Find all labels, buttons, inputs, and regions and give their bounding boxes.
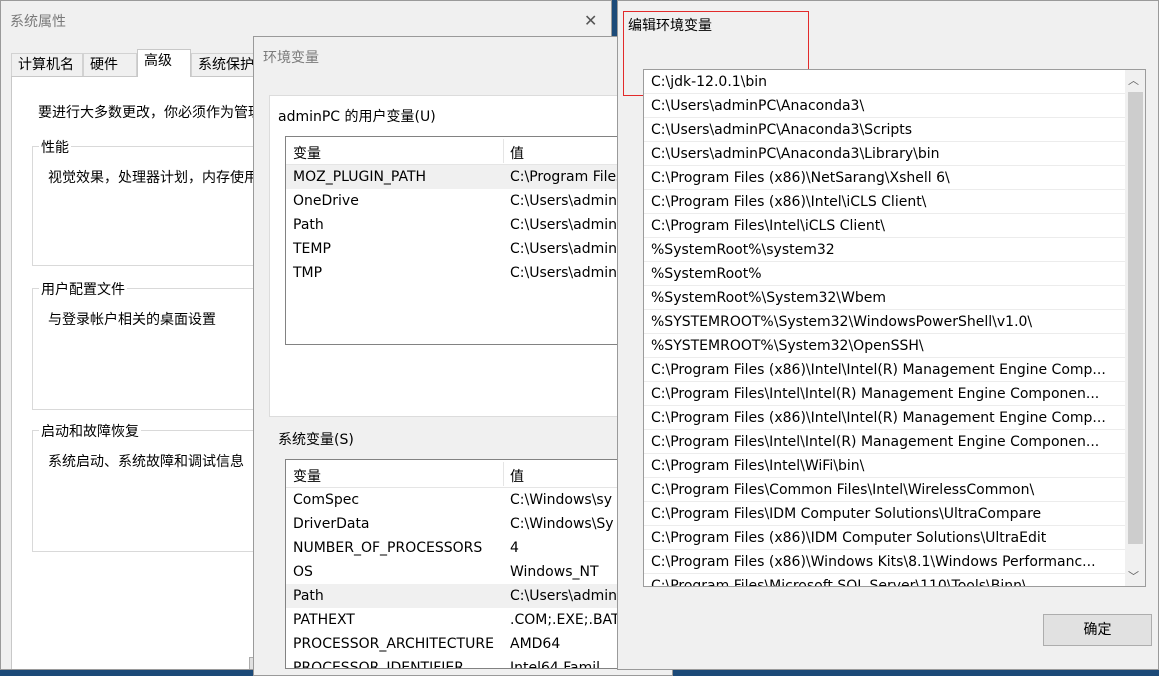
list-item[interactable]: C:\Users\adminPC\Anaconda3\ xyxy=(644,94,1126,118)
tab-hardware[interactable]: 硬件 xyxy=(83,53,137,76)
table-row[interactable]: PROCESSOR_ARCHITECTURE AMD64 xyxy=(286,632,672,656)
table-row[interactable]: DriverData C:\Windows\Sy xyxy=(286,512,672,536)
table-header: 变量 值 xyxy=(286,137,672,165)
list-item[interactable]: C:\Program Files\Intel\Intel(R) Manageme… xyxy=(644,430,1126,454)
startup-recovery-description: 系统启动、系统故障和调试信息 xyxy=(48,454,244,470)
list-item[interactable]: %SystemRoot%\System32\Wbem xyxy=(644,286,1126,310)
performance-group-title: 性能 xyxy=(39,137,71,157)
startup-recovery-group-title: 启动和故障恢复 xyxy=(39,421,141,441)
list-item[interactable]: C:\Program Files (x86)\IDM Computer Solu… xyxy=(644,526,1126,550)
list-item[interactable]: C:\Program Files\Intel\Intel(R) Manageme… xyxy=(644,382,1126,406)
ok-button[interactable]: 确定 xyxy=(1043,614,1152,646)
user-profiles-description: 与登录帐户相关的桌面设置 xyxy=(48,312,216,328)
window-title: 环境变量 xyxy=(263,50,319,66)
list-item[interactable]: C:\Program Files (x86)\NetSarang\Xshell … xyxy=(644,166,1126,190)
list-item[interactable]: C:\Program Files (x86)\Windows Kits\8.1\… xyxy=(644,550,1126,574)
table-row[interactable]: Path C:\Users\admin xyxy=(286,213,672,237)
list-item[interactable]: C:\Users\adminPC\Anaconda3\Library\bin xyxy=(644,142,1126,166)
list-item[interactable]: C:\Users\adminPC\Anaconda3\Scripts xyxy=(644,118,1126,142)
scroll-down-icon[interactable]: ﹀ xyxy=(1128,568,1139,584)
list-item[interactable]: %SystemRoot%\system32 xyxy=(644,238,1126,262)
table-row[interactable]: Path C:\Users\admin xyxy=(286,584,672,608)
list-item[interactable]: C:\Program Files\IDM Computer Solutions\… xyxy=(644,502,1126,526)
list-item[interactable]: C:\Program Files (x86)\Intel\iCLS Client… xyxy=(644,190,1126,214)
close-icon[interactable]: ✕ xyxy=(584,11,597,30)
desktop: { "sysprops": { "title": "系统属性", "tabs":… xyxy=(0,0,1159,676)
column-header-variable[interactable]: 变量 xyxy=(293,143,321,163)
list-item[interactable]: C:\jdk-12.0.1\bin xyxy=(644,70,1126,94)
scrollbar-thumb[interactable] xyxy=(1128,92,1143,544)
system-vars-label: 系统变量(S) xyxy=(278,432,354,448)
table-row[interactable]: MOZ_PLUGIN_PATH C:\Program Files xyxy=(286,165,672,189)
table-row[interactable]: PROCESSOR_IDENTIFIER Intel64 Famil xyxy=(286,656,672,668)
window-title: 系统属性 xyxy=(10,14,66,30)
column-header-value[interactable]: 值 xyxy=(510,143,524,163)
tab-advanced[interactable]: 高级 xyxy=(137,49,191,77)
list-item[interactable]: C:\Program Files\Microsoft SQL Server\11… xyxy=(644,574,1126,586)
tab-computer-name[interactable]: 计算机名 xyxy=(11,53,83,76)
vertical-scrollbar[interactable]: ︿ ﹀ xyxy=(1125,70,1145,586)
list-item[interactable]: C:\Program Files\Intel\iCLS Client\ xyxy=(644,214,1126,238)
column-header-variable[interactable]: 变量 xyxy=(293,466,321,486)
list-item[interactable]: C:\Program Files (x86)\Intel\Intel(R) Ma… xyxy=(644,358,1126,382)
scroll-up-icon[interactable]: ︿ xyxy=(1128,72,1139,88)
table-row[interactable]: TMP C:\Users\admin xyxy=(286,261,672,285)
table-row[interactable]: PATHEXT .COM;.EXE;.BAT xyxy=(286,608,672,632)
system-vars-table: 变量 值 ComSpec C:\Windows\sy DriverData C:\W… xyxy=(285,459,672,669)
table-row[interactable]: NUMBER_OF_PROCESSORS 4 xyxy=(286,536,672,560)
table-row[interactable]: OS Windows_NT xyxy=(286,560,672,584)
user-vars-table: 变量 值 MOZ_PLUGIN_PATH C:\Program Files One… xyxy=(285,136,672,345)
table-row[interactable]: TEMP C:\Users\admin xyxy=(286,237,672,261)
list-item[interactable]: %SystemRoot% xyxy=(644,262,1126,286)
table-row[interactable]: OneDrive C:\Users\admin xyxy=(286,189,672,213)
list-item[interactable]: C:\Program Files (x86)\Intel\Intel(R) Ma… xyxy=(644,406,1126,430)
list-item[interactable]: %SYSTEMROOT%\System32\WindowsPowerShell\… xyxy=(644,310,1126,334)
list-item[interactable]: C:\Program Files\Common Files\Intel\Wire… xyxy=(644,478,1126,502)
list-item[interactable]: C:\Program Files\Intel\WiFi\bin\ xyxy=(644,454,1126,478)
table-header: 变量 值 xyxy=(286,460,672,488)
path-entries-list[interactable]: C:\jdk-12.0.1\bin C:\Users\adminPC\Anaco… xyxy=(643,69,1146,587)
table-row[interactable]: ComSpec C:\Windows\sy xyxy=(286,488,672,512)
user-profiles-group-title: 用户配置文件 xyxy=(39,279,127,299)
user-vars-label: adminPC 的用户变量(U) xyxy=(278,109,436,125)
edit-environment-variable-window: 编辑环境变量 C:\jdk-12.0.1\bin C:\Users\adminP… xyxy=(617,0,1159,670)
environment-variables-window: 环境变量 adminPC 的用户变量(U) 变量 值 MOZ_PLUGIN_PA… xyxy=(253,36,673,676)
column-header-value[interactable]: 值 xyxy=(510,466,524,486)
list-item[interactable]: %SYSTEMROOT%\System32\OpenSSH\ xyxy=(644,334,1126,358)
